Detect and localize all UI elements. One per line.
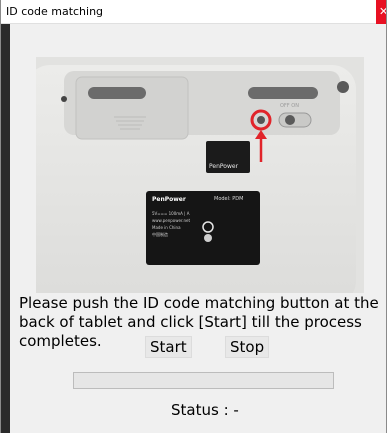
panel-text-3: Made in China (152, 225, 181, 230)
close-icon[interactable]: ✕ (376, 0, 386, 24)
status-text: Status : - (171, 401, 239, 419)
panel-title: PenPower (152, 196, 186, 203)
left-edge-bar (1, 24, 10, 433)
start-button[interactable]: Start (145, 336, 192, 358)
panel-text-1: 5V=== 100mA | A (152, 211, 190, 216)
brand-label: PenPower (209, 163, 239, 170)
panel-text-4: 中国制造 (152, 232, 168, 237)
id-code-matching-window: ID code matching ✕ (0, 0, 387, 433)
stop-button[interactable]: Stop (225, 336, 270, 358)
switch-label: OFF ON (280, 103, 299, 109)
tablet-back-photo: PenPower PenPower Model: PDM 5V=== 100mA… (36, 57, 364, 293)
instruction-text: Please push the ID code matching button … (19, 294, 379, 350)
progress-bar (73, 372, 334, 389)
panel-model: Model: PDM (214, 196, 244, 202)
window-title: ID code matching (6, 5, 104, 18)
tablet-illustration (36, 57, 364, 293)
title-bar: ID code matching ✕ (1, 0, 386, 24)
panel-text-2: www.penpower.net (152, 218, 191, 223)
